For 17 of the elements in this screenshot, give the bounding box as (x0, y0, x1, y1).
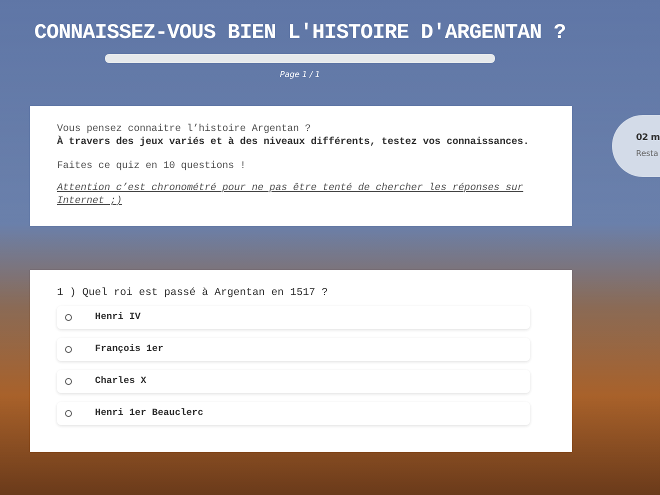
radio-button[interactable] (65, 410, 72, 417)
warning-text: Attention c’est chronométré pour ne pas être tenté de chercher les réponses sur Internet ;) (57, 182, 524, 208)
intro-text: Vous pensez connaitre l’histoire Argentan ? (57, 123, 312, 136)
page-indicator: Page 1 / 1 (280, 69, 320, 81)
radio-button[interactable] (65, 378, 72, 385)
timer-label: Resta (636, 148, 660, 160)
intro-text: À travers des jeux variés et à des niveaux différents, testez vos connaissances. (57, 136, 530, 149)
radio-button[interactable] (65, 346, 72, 353)
quiz-title: CONNAISSEZ-VOUS BIEN L'HISTOIRE D'ARGENTAN ? (34, 22, 566, 46)
answer-option[interactable]: Henri 1er Beauclerc (57, 402, 530, 425)
answer-option[interactable]: Henri IV (57, 306, 530, 329)
timer-value: 02 m (636, 132, 660, 145)
answer-option[interactable]: François 1er (57, 338, 530, 361)
question-text: 1 ) Quel roi est passé à Argentan en 1517 ? (57, 287, 329, 300)
radio-button[interactable] (65, 314, 72, 321)
question-count-text: Faites ce quiz en 10 questions ! (57, 160, 247, 173)
answer-option[interactable]: Charles X (57, 370, 530, 393)
